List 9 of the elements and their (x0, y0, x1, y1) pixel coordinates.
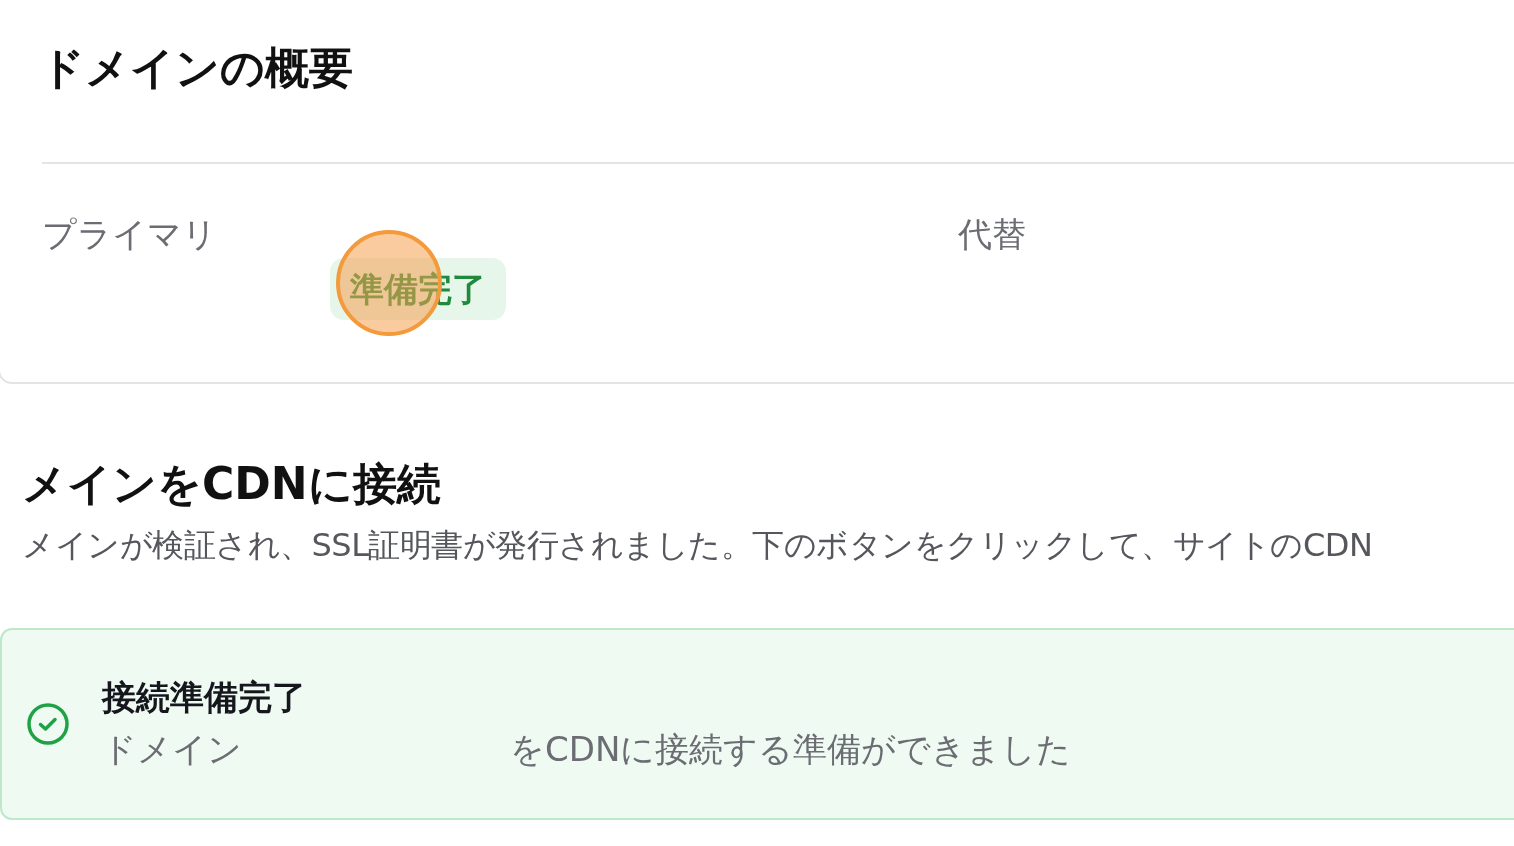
alert-message: ドメイン (102, 728, 242, 771)
description-text: メインが検証され、SSL証明書が発行されました。下のボタンをクリックして、サイトのCDN (22, 525, 1374, 566)
check-circle-icon (26, 702, 70, 746)
alert-message: をCDNに接続する準備ができました (510, 728, 1072, 771)
section-title: メインをCDNに接続 (22, 457, 442, 511)
field-label: 代替 (957, 213, 1027, 256)
field-label: プライマリ (41, 213, 218, 256)
section-title: ドメインの概要 (40, 41, 354, 95)
alert-title: 接続準備完了 (102, 676, 307, 719)
